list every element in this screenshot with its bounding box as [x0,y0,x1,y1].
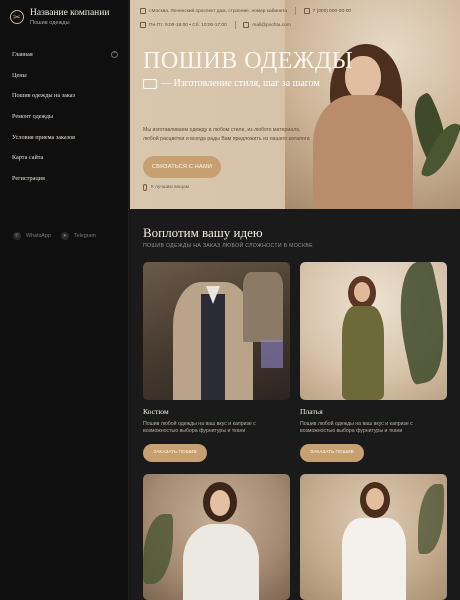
needle-logo-icon: ✂ [10,10,24,24]
phone-icon [303,8,310,14]
location-icon [140,8,146,14]
phone-item[interactable]: 7 (000) 000-00-00 [303,8,352,14]
sidebar-item-repair[interactable]: Ремонт одежды [12,106,118,127]
card-description: Пошив любой одежды на ваш вкус и капризе… [300,421,413,435]
contact-us-button[interactable]: СВЯЗАТЬСЯ С НАМИ [143,156,221,178]
whatsapp-link[interactable]: ✆ WhatsApp [13,232,51,240]
sidebar-item-label: Пошив одежды на заказ [12,92,75,100]
brand-title: Название компании [30,8,110,18]
lace-dress [183,524,259,600]
sidebar-item-label: Ремонт одежды [12,112,54,120]
sidebar-item-home[interactable]: Главная + [12,44,118,65]
whatsapp-label: WhatsApp [26,233,51,239]
telegram-label: Telegram [73,233,97,239]
hero-description: Мы изготавливаем одежду в любом стиле, и… [143,127,310,142]
vest-shape [201,294,225,400]
mail-icon [243,22,250,28]
model-outfit [313,95,413,209]
brand[interactable]: ✂ Название компании Пошив одежды [10,8,109,26]
service-card-suit[interactable]: Костюм Пошив любой одежды на ваш вкус и … [143,262,290,462]
address-text: г.Москва, Ленинский проспект дом, строен… [149,8,288,14]
order-button[interactable]: ЗАКАЗАТЬ ПОШИВ [300,443,364,462]
green-dress [342,306,384,400]
sidebar-item-label: Карта сайта [12,154,44,162]
brand-subtitle: Пошив одежды [30,20,70,26]
coat-photo[interactable] [300,474,447,600]
sidebar-item-register[interactable]: Регистрация [12,168,118,189]
wedding-dress-photo[interactable] [143,474,290,600]
telegram-link[interactable]: ➤ Telegram [60,232,97,240]
hero-banner: г.Москва, Ленинский проспект дом, строен… [130,0,460,209]
card-title: Платья [300,407,323,416]
sidebar-item-label: Цены [12,71,27,79]
hours-item: Пн-Пт: 9:00-18:00 • Сб: 10:00-17:00 [140,22,227,28]
telegram-icon: ➤ [60,232,69,240]
hero-subtitle-text: — Изготовление стиля, шаг за шагом [161,78,320,89]
plant-leaf [143,514,173,584]
suit-photo [143,262,290,400]
plant-leaf [418,484,444,554]
mouse-scroll-icon [143,184,147,191]
services-section: Воплотим вашу идею ПОШИВ ОДЕЖДЫ НА ЗАКАЗ… [130,209,460,600]
divider [234,21,236,29]
whatsapp-icon: ✆ [13,232,21,240]
section-title: Воплотим вашу идею [143,225,263,240]
second-jacket [243,272,283,342]
hours-text: Пн-Пт: 9:00-18:00 • Сб: 10:00-17:00 [149,22,227,28]
sidebar: ✂ Название компании Пошив одежды Главная… [0,0,129,600]
sidebar-item-terms[interactable]: Условия приема заказов [12,127,118,148]
white-coat [342,518,406,600]
clock-icon [140,22,146,28]
contact-topbar: г.Москва, Ленинский проспект дом, строен… [140,7,454,15]
model-face [210,490,230,516]
email-item[interactable]: mail@pochta.com [243,22,291,28]
sidebar-item-label: Главная [12,50,33,58]
phone-text: 7 (000) 000-00-00 [312,8,352,14]
sidebar-item-label: Условия приема заказов [12,133,76,141]
sidebar-nav: Главная + Цены Пошив одежды на заказ Рем… [12,44,118,189]
model-face [354,282,370,302]
service-card-dresses[interactable]: Платья Пошив любой одежды на ваш вкус и … [300,262,447,462]
contact-topbar-2: Пн-Пт: 9:00-18:00 • Сб: 10:00-17:00 mail… [140,21,454,29]
address-item: г.Москва, Ленинский проспект дом, строен… [140,8,287,14]
card-title: Костюм [143,407,169,416]
hero-subtitle: — Изготовление стиля, шаг за шагом [143,78,320,89]
divider [295,7,296,15]
sidebar-item-sitemap[interactable]: Карта сайта [12,147,118,168]
order-button[interactable]: ЗАКАЗАТЬ ПОШИВ [143,443,207,462]
section-subtitle: ПОШИВ ОДЕЖДЫ НА ЗАКАЗ ЛЮБОЙ СЛОЖНОСТИ В … [143,243,313,249]
sidebar-item-tailoring[interactable]: Пошив одежды на заказ [12,85,118,106]
model-face [366,488,384,510]
scroll-hint[interactable]: К лучшим вещам [143,184,189,191]
expand-plus-icon[interactable]: + [111,50,118,58]
hero-title: ПОШИВ ОДЕЖДЫ [143,48,354,74]
sidebar-item-label: Регистрация [12,174,45,182]
sidebar-item-prices[interactable]: Цены [12,65,118,86]
scroll-hint-text: К лучшим вещам [151,185,190,190]
dress-photo [300,262,447,400]
fabric-swatch [261,340,283,368]
sewing-machine-icon [143,78,157,89]
email-text: mail@pochta.com [252,22,291,28]
card-description: Пошив любой одежды на ваш вкус и капризе… [143,421,256,435]
social-links: ✆ WhatsApp ➤ Telegram [13,232,96,240]
plant-leaf [388,262,447,386]
page: ✂ Название компании Пошив одежды Главная… [0,0,460,600]
